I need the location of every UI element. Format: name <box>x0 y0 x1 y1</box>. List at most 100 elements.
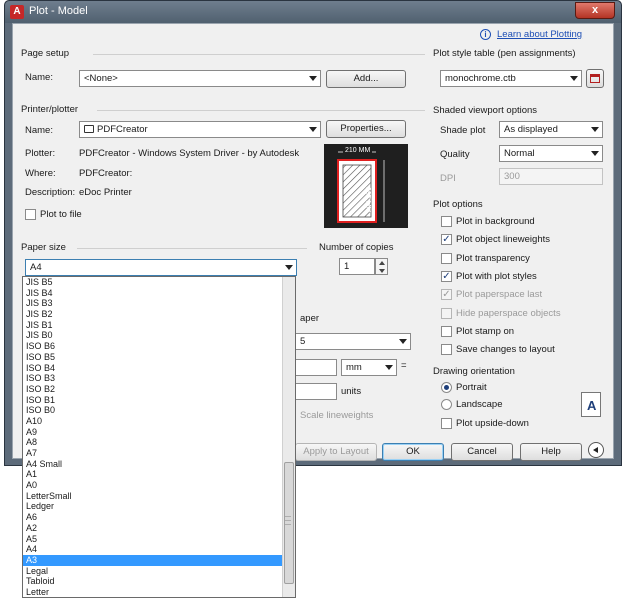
paper-size-value: A4 <box>30 262 42 273</box>
plot-style-value: monochrome.ctb <box>445 73 516 84</box>
portrait-label: Portrait <box>456 382 487 393</box>
copies-input[interactable]: 1 <box>339 258 375 275</box>
paper-size-option[interactable]: A9 <box>23 427 295 438</box>
paper-size-option[interactable]: JIS B5 <box>23 277 295 288</box>
printer-name-combo[interactable]: PDFCreator <box>79 121 321 138</box>
help-button[interactable]: Help <box>520 443 582 461</box>
portrait-radio[interactable] <box>441 382 452 393</box>
fit-combo[interactable]: 5 <box>295 333 411 350</box>
shade-plot-combo[interactable]: As displayed <box>499 121 603 138</box>
divider <box>93 54 425 55</box>
spin-down-icon[interactable] <box>379 269 385 273</box>
scale-lineweights-label: Scale lineweights <box>300 410 374 421</box>
preview-width-label: 210 MM <box>343 147 373 154</box>
dpi-value: 300 <box>504 171 520 182</box>
scale-units-input[interactable] <box>295 383 337 400</box>
number-of-copies-title: Number of copies <box>319 242 394 253</box>
paper-size-option[interactable]: ISO B1 <box>23 395 295 406</box>
paper-preview-graphic <box>337 151 385 223</box>
edit-table-icon <box>590 74 600 83</box>
paper-size-option[interactable]: A3 <box>23 554 295 566</box>
spin-up-icon[interactable] <box>379 261 385 265</box>
plot-option-checkbox[interactable]: ✓ <box>441 289 452 301</box>
chevron-down-icon <box>309 127 317 132</box>
paper-size-option[interactable]: JIS B0 <box>23 330 295 341</box>
paper-size-option[interactable]: ISO B5 <box>23 352 295 363</box>
add-page-setup-button[interactable]: Add... <box>326 70 406 88</box>
paper-size-option[interactable]: ISO B6 <box>23 341 295 352</box>
plotter-value: PDFCreator - Windows System Driver - by … <box>79 148 300 159</box>
divider <box>77 248 307 249</box>
paper-preview: 210 MM 297 MM <box>324 144 408 228</box>
plot-option-label: Hide paperspace objects <box>456 307 561 319</box>
paper-size-option[interactable]: A8 <box>23 437 295 448</box>
quality-combo[interactable]: Normal <box>499 145 603 162</box>
window-title: Plot - Model <box>29 5 88 17</box>
paper-size-option[interactable]: Legal <box>23 566 295 577</box>
dpi-input[interactable]: 300 <box>499 168 603 185</box>
page-setup-name-combo[interactable]: <None> <box>79 70 321 87</box>
paper-size-dropdown-list[interactable]: JIS B5 JIS B4 JIS B3 JIS B2 JIS B1 JIS B0 ISO … <box>22 276 296 598</box>
plot-option-label: Plot object lineweights <box>456 234 550 246</box>
paper-size-option[interactable]: A0 <box>23 480 295 491</box>
landscape-radio[interactable] <box>441 399 452 410</box>
paper-size-option[interactable]: Tabloid <box>23 576 295 587</box>
paper-size-option[interactable]: ISO B2 <box>23 384 295 395</box>
paper-size-option[interactable]: A6 <box>23 512 295 523</box>
plot-option-label: Plot stamp on <box>456 325 515 337</box>
paper-size-option[interactable]: ISO B4 <box>23 363 295 374</box>
chevron-down-icon <box>591 151 599 156</box>
units-label: units <box>341 386 362 397</box>
paper-size-option[interactable]: LetterSmall <box>23 491 295 502</box>
properties-button[interactable]: Properties... <box>326 120 406 138</box>
page-setup-name-label: Name: <box>25 72 53 83</box>
paper-size-combo[interactable]: A4 <box>25 259 297 276</box>
paper-size-option[interactable]: JIS B1 <box>23 320 295 331</box>
plot-option-checkbox[interactable]: ✓ <box>441 234 452 246</box>
plot-option-checkbox[interactable] <box>441 216 452 227</box>
paper-size-option[interactable]: A2 <box>23 523 295 534</box>
scale-inches-input[interactable] <box>295 359 337 376</box>
plot-option-checkbox[interactable]: ✓ <box>441 270 452 282</box>
plot-to-file-checkbox[interactable] <box>25 209 36 220</box>
paper-size-option[interactable]: ISO B0 <box>23 405 295 416</box>
paper-size-option[interactable]: A5 <box>23 534 295 545</box>
paper-size-option[interactable]: Letter <box>23 587 295 597</box>
paper-size-option[interactable]: A10 <box>23 416 295 427</box>
close-button[interactable]: x <box>575 2 615 19</box>
paper-size-option[interactable]: A4 <box>23 544 295 555</box>
edit-plot-style-button[interactable] <box>586 69 604 88</box>
plot-option-checkbox[interactable] <box>441 325 452 337</box>
dropdown-scrollbar[interactable]: — — — <box>282 277 295 597</box>
paper-size-option[interactable]: JIS B2 <box>23 309 295 320</box>
ok-button[interactable]: OK <box>382 443 444 461</box>
paper-size-option[interactable]: A4 Small <box>23 459 295 470</box>
copies-spinner[interactable] <box>375 258 388 275</box>
collapse-options-icon[interactable] <box>588 442 604 458</box>
chevron-down-icon <box>591 127 599 132</box>
info-icon[interactable]: i <box>480 29 491 40</box>
plot-option-checkbox[interactable] <box>441 344 452 356</box>
plot-option-checkbox[interactable] <box>441 252 452 264</box>
cancel-button[interactable]: Cancel <box>451 443 513 461</box>
plot-options-title: Plot options <box>433 199 483 210</box>
apply-to-layout-button[interactable]: Apply to Layout <box>295 443 377 461</box>
paper-size-option[interactable]: Ledger <box>23 501 295 512</box>
paper-size-option[interactable]: JIS B4 <box>23 288 295 299</box>
description-value: eDoc Printer <box>79 187 132 198</box>
learn-about-plotting-link[interactable]: Learn about Plotting <box>497 29 582 40</box>
drawing-orientation-title: Drawing orientation <box>433 366 515 377</box>
chevron-down-icon <box>309 76 317 81</box>
plot-style-combo[interactable]: monochrome.ctb <box>440 70 582 87</box>
plot-upside-down-checkbox[interactable] <box>441 418 452 429</box>
plotter-label: Plotter: <box>25 148 56 159</box>
paper-size-option[interactable]: JIS B3 <box>23 298 295 309</box>
paper-size-option[interactable]: A7 <box>23 448 295 459</box>
paper-size-option[interactable]: A1 <box>23 469 295 480</box>
units-combo[interactable]: mm <box>341 359 397 376</box>
scrollbar-grip-icon: — — — <box>285 514 291 528</box>
plot-option-checkbox[interactable] <box>441 307 452 319</box>
paper-size-option[interactable]: ISO B3 <box>23 373 295 384</box>
fit-value: 5 <box>300 336 306 347</box>
title-bar[interactable]: A Plot - Model x <box>5 1 621 23</box>
